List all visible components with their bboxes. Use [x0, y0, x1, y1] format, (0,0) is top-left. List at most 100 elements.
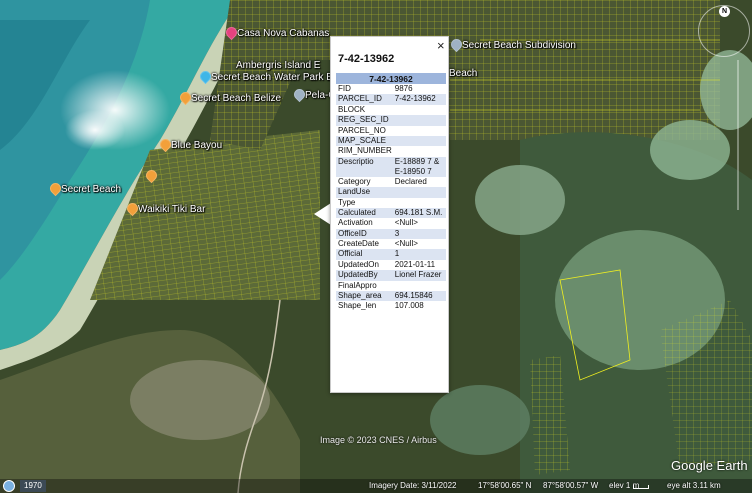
attribute-row: Shape_area 694.15846 — [336, 291, 446, 302]
zoom-slider[interactable] — [737, 60, 739, 210]
scale-bar — [633, 485, 649, 489]
attribute-key: Category — [338, 176, 371, 186]
attribute-key: Activation — [338, 218, 373, 228]
attribute-row: Category Declared — [336, 177, 446, 187]
attribute-row: UpdatedBy Lionel Frazer — [336, 270, 446, 281]
attribute-key: FinalAppro — [338, 280, 377, 290]
attribute-value — [393, 198, 446, 208]
attribute-key: OfficeID — [336, 228, 393, 240]
historical-year[interactable]: 1970 — [20, 480, 46, 492]
google-earth-logo: Google Earth — [671, 458, 748, 473]
parcel-info-balloon: 7-42-13962 × 7-42-13962 FID 9876 PARCEL_ID… — [330, 36, 449, 393]
attribute-value — [393, 146, 446, 156]
attribute-value: 694.15846 — [392, 291, 446, 302]
place-casa-nova-cabanas[interactable]: Casa Nova Cabanas — [226, 27, 329, 39]
attribute-row: Shape_len 107.008 — [336, 301, 446, 311]
attribute-value: Declared — [394, 176, 427, 186]
attribute-row: RIM_NUMBER — [336, 146, 446, 156]
imagery-copyright: Image © 2023 CNES / Airbus — [320, 435, 437, 445]
attribute-value: Lionel Frazer — [392, 270, 446, 281]
attribute-value: <Null> — [394, 239, 418, 249]
eye-altitude-readout: eye alt 3.11 km — [667, 481, 721, 490]
attribute-key: Shape_area — [336, 291, 393, 302]
attribute-row: MAP_SCALE — [336, 135, 446, 147]
attribute-value — [392, 187, 446, 198]
pin-icon — [146, 170, 155, 182]
attribute-value: 107.008 — [394, 301, 424, 311]
attribute-value — [392, 115, 446, 126]
attribute-value: 3 — [392, 228, 446, 240]
attribute-row: Calculated 694.181 S.M. — [336, 207, 446, 219]
place-waikiki-tiki-bar[interactable]: Waikiki Tiki Bar — [127, 203, 205, 215]
attribute-key: Type — [338, 197, 356, 207]
attribute-key: UpdatedBy — [336, 270, 393, 281]
balloon-title: 7-42-13962 — [338, 53, 395, 65]
longitude-readout: 87°58'00.57" W — [543, 481, 599, 490]
pin-icon — [294, 89, 303, 101]
pin-icon — [451, 39, 460, 51]
attribute-value — [392, 135, 446, 147]
attribute-row: REG_SEC_ID — [336, 115, 446, 126]
place-unlabeled-pin[interactable] — [146, 170, 155, 182]
place-beach[interactable]: Beach — [449, 68, 477, 79]
attribute-key: Shape_len — [338, 301, 377, 311]
attribute-key: Descriptio — [336, 156, 393, 177]
attribute-key: FID — [338, 84, 351, 93]
attribute-row: Official 1 — [336, 249, 446, 260]
attribute-row: LandUse — [336, 187, 446, 198]
attribute-row: BLOCK — [336, 105, 446, 115]
attribute-row: CreateDate <Null> — [336, 239, 446, 249]
attribute-key: REG_SEC_ID — [336, 115, 393, 126]
pin-icon — [200, 71, 209, 83]
attribute-row: Activation <Null> — [336, 218, 446, 228]
attribute-value: 9876 — [394, 84, 413, 93]
attribute-row: FinalAppro — [336, 281, 446, 291]
attribute-table-header: 7-42-13962 — [336, 73, 446, 84]
latitude-readout: 17°58'00.65" N — [478, 481, 532, 490]
attribute-value: E-18889 7 & E-18950 7 — [392, 156, 446, 177]
attribute-key: PARCEL_ID — [336, 94, 393, 105]
attribute-row: PARCEL_NO — [336, 126, 446, 136]
attribute-key: BLOCK — [338, 104, 366, 114]
historical-imagery-icon[interactable] — [3, 480, 15, 492]
attribute-value: <Null> — [394, 218, 418, 228]
attribute-value — [393, 281, 446, 291]
compass-control[interactable]: N — [698, 5, 750, 57]
attribute-value — [393, 105, 446, 115]
attribute-key: RIM_NUMBER — [338, 146, 392, 156]
attribute-value: 1 — [392, 249, 446, 260]
attribute-value: 694.181 S.M. — [392, 207, 446, 219]
pin-icon — [50, 183, 59, 195]
pin-icon — [127, 203, 136, 215]
close-icon[interactable]: × — [437, 39, 445, 52]
attribute-row: OfficeID 3 — [336, 228, 446, 240]
attribute-key: Official — [336, 249, 393, 260]
attribute-key: CreateDate — [338, 239, 379, 249]
pin-icon — [180, 92, 189, 104]
attribute-key: Calculated — [336, 207, 393, 219]
pin-icon — [226, 27, 235, 39]
place-secret-beach-subdivision[interactable]: Secret Beach Subdivision — [451, 39, 576, 51]
attribute-row: Descriptio E-18889 7 & E-18950 7 — [336, 156, 446, 177]
balloon-tail — [314, 203, 331, 225]
attribute-table: 7-42-13962 FID 9876 PARCEL_ID 7-42-13962 BLO… — [336, 73, 446, 312]
pin-icon — [160, 139, 169, 151]
attribute-value: 7-42-13962 — [392, 94, 446, 105]
attribute-row: PARCEL_ID 7-42-13962 — [336, 94, 446, 105]
place-secret-beach[interactable]: Secret Beach — [50, 183, 121, 195]
place-blue-bayou[interactable]: Blue Bayou — [160, 139, 222, 151]
attribute-key: UpdatedOn — [338, 259, 379, 269]
place-secret-beach-belize[interactable]: Secret Beach Belize — [180, 92, 281, 104]
attribute-value — [393, 126, 446, 136]
attribute-row: FID 9876 — [336, 84, 446, 94]
attribute-row: UpdatedOn 2021-01-11 — [336, 260, 446, 270]
satellite-map[interactable]: Casa Nova Cabanas Ambergris Island E Sec… — [0, 0, 752, 493]
attribute-row: Type — [336, 198, 446, 208]
north-indicator: N — [719, 6, 730, 17]
attribute-key: PARCEL_NO — [338, 125, 386, 135]
attribute-key: LandUse — [336, 187, 393, 198]
place-ambergris-island[interactable]: Ambergris Island E — [236, 60, 320, 71]
imagery-date: Imagery Date: 3/11/2022 — [369, 481, 457, 490]
attribute-value: 2021-01-11 — [394, 259, 436, 269]
attribute-key: MAP_SCALE — [336, 135, 393, 147]
